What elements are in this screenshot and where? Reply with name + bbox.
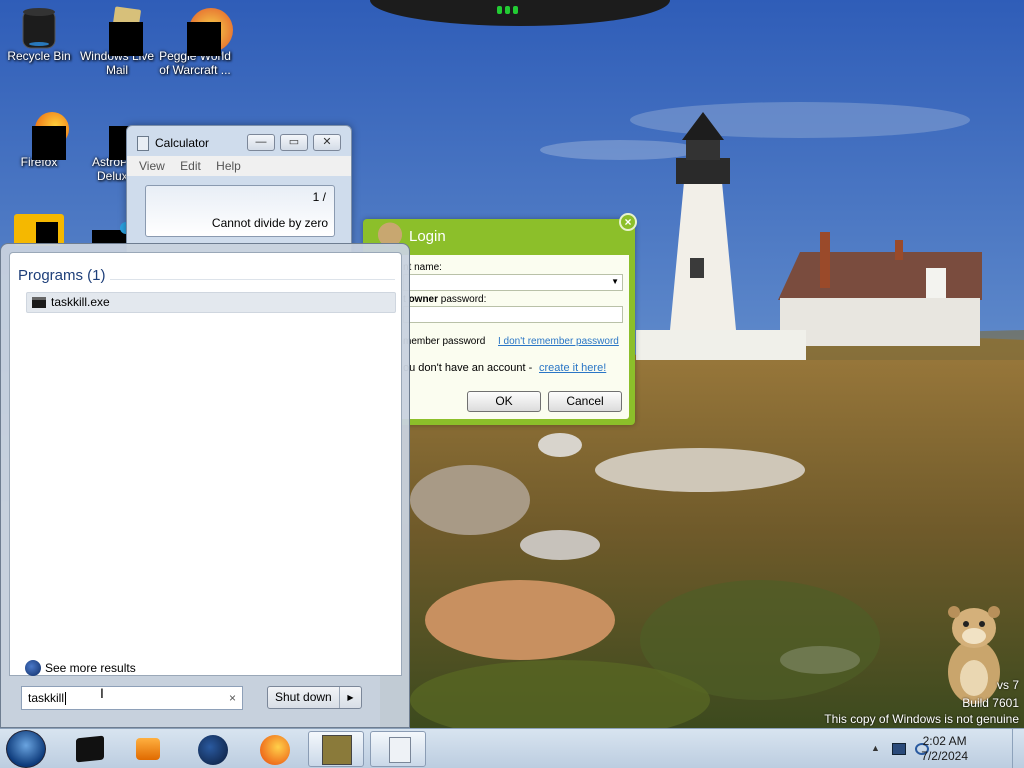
see-more-results-link[interactable]: See more results bbox=[25, 660, 136, 676]
shutdown-label: Shut down bbox=[275, 690, 332, 704]
shutdown-options-arrow-icon[interactable]: ▶ bbox=[339, 687, 361, 708]
close-button[interactable]: ✕ bbox=[313, 134, 341, 151]
watermark-line2: Build 7601 bbox=[962, 696, 1019, 710]
media-player-icon bbox=[136, 738, 160, 760]
clear-search-icon[interactable]: × bbox=[229, 687, 236, 709]
hamster-box-icon bbox=[322, 735, 352, 765]
led-icon bbox=[497, 6, 502, 14]
start-search-input[interactable]: taskkill × bbox=[21, 686, 243, 710]
search-text: taskkill bbox=[28, 691, 65, 705]
remember-label[interactable]: member password bbox=[403, 336, 485, 347]
firefox-icon bbox=[19, 112, 69, 160]
watermark-line3: This copy of Windows is not genuine bbox=[824, 712, 1019, 726]
taskbar-firefox[interactable] bbox=[246, 731, 302, 767]
app-icon bbox=[76, 735, 104, 763]
show-desktop-button[interactable] bbox=[1012, 729, 1024, 768]
maximize-button[interactable]: ▭ bbox=[280, 134, 308, 151]
start-orb-icon[interactable] bbox=[6, 730, 46, 768]
firefox-icon bbox=[260, 735, 290, 765]
menu-view[interactable]: View bbox=[139, 156, 165, 176]
create-account-link[interactable]: create it here! bbox=[539, 362, 606, 374]
action-center-icon[interactable] bbox=[892, 743, 906, 755]
system-clock[interactable]: 2:02 AM 7/2/2024 bbox=[921, 734, 968, 764]
led-icon bbox=[513, 6, 518, 14]
shutdown-button[interactable]: Shut down ▶ bbox=[267, 686, 362, 709]
peggle-icon bbox=[175, 6, 233, 56]
close-icon[interactable]: × bbox=[619, 213, 637, 231]
search-globe-icon bbox=[25, 660, 41, 676]
password-field[interactable] bbox=[403, 306, 623, 323]
show-hidden-icons-arrow-icon[interactable]: ▲ bbox=[871, 743, 880, 753]
result-text: Cannot divide by zero bbox=[211, 216, 328, 230]
ibeam-cursor-icon: I bbox=[100, 685, 104, 701]
no-account-text: ou don't have an account - bbox=[403, 362, 533, 374]
menu-edit[interactable]: Edit bbox=[180, 156, 201, 176]
icon-label-line2: Mail bbox=[105, 63, 128, 77]
minimize-button[interactable]: — bbox=[247, 134, 275, 151]
ok-button[interactable]: OK bbox=[467, 391, 541, 412]
desktop-icon-recycle-bin[interactable]: Recycle Bin bbox=[1, 6, 77, 63]
led-icon bbox=[505, 6, 510, 14]
recycle-bin-icon bbox=[19, 6, 59, 49]
calculator-icon bbox=[389, 737, 411, 763]
taskbar-calculator[interactable] bbox=[370, 731, 426, 767]
taskbar-globe-app[interactable] bbox=[184, 731, 240, 767]
desktop-icon-peggle[interactable]: Peggle World of Warcraft ... bbox=[157, 6, 233, 77]
desktop-icon-windows-live-mail[interactable]: Windows Live Mail bbox=[79, 6, 155, 77]
desktop-icon-partial[interactable] bbox=[14, 214, 64, 246]
search-result-item[interactable]: taskkill.exe bbox=[26, 292, 396, 313]
calculator-display: 1 / Cannot divide by zero bbox=[145, 185, 335, 237]
programs-heading: Programs (1) bbox=[18, 267, 106, 284]
taskbar: ▲ 2:02 AM 7/2/2024 bbox=[0, 728, 1024, 768]
password-label: t owner password: bbox=[403, 294, 487, 305]
menu-help[interactable]: Help bbox=[216, 156, 241, 176]
expression-text: 1 / bbox=[312, 190, 326, 204]
console-icon bbox=[32, 297, 46, 308]
text-caret bbox=[65, 692, 67, 706]
globe-icon bbox=[198, 735, 228, 765]
taskbar-app-black[interactable] bbox=[64, 731, 120, 767]
taskbar-media-player[interactable] bbox=[122, 731, 178, 767]
account-select[interactable]: ▼ bbox=[403, 274, 623, 291]
chevron-down-icon: ▼ bbox=[611, 277, 619, 286]
clock-time: 2:02 AM bbox=[922, 734, 967, 748]
start-menu[interactable]: Programs (1) taskkill.exe See more resul… bbox=[0, 243, 410, 728]
search-results-panel: Programs (1) taskkill.exe See more resul… bbox=[9, 252, 402, 676]
dialog-title: Login bbox=[409, 228, 446, 245]
icon-label-line2: of Warcraft ... bbox=[159, 63, 231, 77]
mail-icon bbox=[97, 6, 143, 56]
desktop-icon-firefox[interactable]: Firefox bbox=[1, 112, 77, 169]
calculator-icon bbox=[137, 136, 149, 151]
calculator-window[interactable]: Calculator — ▭ ✕ View Edit Help 1 / Cann… bbox=[126, 125, 352, 255]
cancel-button[interactable]: Cancel bbox=[548, 391, 622, 412]
clock-date: 7/2/2024 bbox=[921, 749, 968, 763]
calculator-titlebar[interactable]: Calculator — ▭ ✕ bbox=[127, 126, 351, 156]
watermark-line1: vs 7 bbox=[996, 678, 1019, 692]
calculator-menubar: View Edit Help bbox=[127, 156, 351, 176]
forgot-password-link[interactable]: I don't remember password bbox=[498, 336, 619, 347]
divider bbox=[110, 279, 395, 280]
icon-label: Recycle Bin bbox=[7, 49, 71, 63]
result-label: taskkill.exe bbox=[51, 295, 110, 309]
see-more-label: See more results bbox=[45, 661, 136, 675]
window-title: Calculator bbox=[155, 136, 210, 150]
taskbar-box-app[interactable] bbox=[308, 731, 364, 767]
